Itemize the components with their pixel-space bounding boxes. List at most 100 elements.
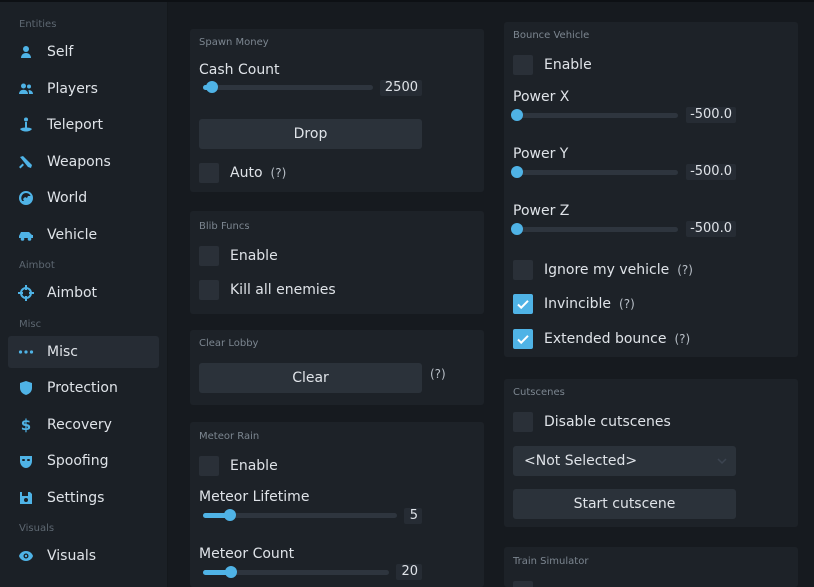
slider-knob[interactable] (224, 566, 237, 578)
ignore-vehicle-label: Ignore my vehicle (544, 262, 670, 278)
person-icon (17, 43, 35, 61)
sidebar-item-label: Protection (47, 380, 118, 396)
sidebar-item-players[interactable]: Players (8, 73, 159, 105)
invincible-checkbox[interactable] (513, 294, 533, 314)
panel-cutscenes: Cutscenes Disable cutscenes <Not Selecte… (504, 379, 798, 527)
slider-knob[interactable] (511, 166, 523, 178)
panel-bounce-vehicle: Bounce Vehicle Enable Power X -500.0 Pow… (504, 22, 798, 357)
slider-knob[interactable] (511, 109, 523, 121)
meteor-lifetime-value[interactable]: 5 (404, 508, 422, 524)
panel-title: Train Simulator (513, 556, 589, 567)
sidebar-item-protection[interactable]: Protection (8, 372, 159, 404)
ignore-vehicle-row[interactable]: Ignore my vehicle (?) (513, 260, 693, 280)
panel-train-simulator: Train Simulator (504, 547, 798, 587)
slider-knob[interactable] (205, 81, 218, 93)
help-tooltip[interactable]: (?) (674, 332, 690, 346)
extended-bounce-row[interactable]: Extended bounce (?) (513, 329, 690, 349)
train-checkbox[interactable] (513, 581, 533, 587)
blib-enable-row[interactable]: Enable (199, 246, 278, 266)
blib-enable-checkbox[interactable] (199, 246, 219, 266)
invincible-row[interactable]: Invincible (?) (513, 294, 635, 314)
sidebar-item-label: Recovery (47, 417, 112, 433)
weapon-icon (17, 153, 35, 171)
car-icon (17, 226, 35, 244)
users-icon (17, 80, 35, 98)
power-y-value[interactable]: -500.0 (686, 164, 736, 180)
bounce-enable-checkbox[interactable] (513, 55, 533, 75)
kill-all-checkbox[interactable] (199, 280, 219, 300)
sidebar-item-vehicle[interactable]: Vehicle (8, 219, 159, 251)
extended-bounce-label: Extended bounce (544, 331, 667, 347)
help-tooltip[interactable]: (?) (619, 297, 635, 311)
sidebar-item-spoofing[interactable]: Spoofing (8, 445, 159, 477)
sidebar-item-label: Weapons (47, 154, 111, 170)
power-y-slider[interactable] (511, 166, 678, 178)
sidebar-item-label: Teleport (47, 117, 103, 133)
invincible-label: Invincible (544, 296, 612, 312)
section-label-entities: Entities (19, 19, 57, 30)
cash-count-label: Cash Count (199, 62, 280, 78)
panel-blib-funcs: Blib Funcs Enable Kill all enemies (190, 211, 484, 314)
power-z-value[interactable]: -500.0 (686, 221, 736, 237)
sidebar-item-misc[interactable]: Misc (8, 336, 159, 368)
bounce-enable-label: Enable (544, 57, 592, 73)
auto-checkbox-row[interactable]: Auto (?) (199, 163, 286, 183)
sidebar-item-weapons[interactable]: Weapons (8, 146, 159, 178)
sidebar-item-aimbot[interactable]: Aimbot (8, 277, 159, 309)
sidebar-item-label: Spoofing (47, 453, 109, 469)
sidebar-item-label: Aimbot (47, 285, 98, 301)
bounce-enable-row[interactable]: Enable (513, 55, 592, 75)
check-icon (517, 300, 529, 310)
sidebar-item-teleport[interactable]: Teleport (8, 109, 159, 141)
kill-all-row[interactable]: Kill all enemies (199, 280, 336, 300)
power-z-slider[interactable] (511, 223, 678, 235)
panel-title: Spawn Money (199, 37, 269, 48)
cash-count-slider[interactable] (203, 81, 373, 93)
meteor-enable-checkbox[interactable] (199, 456, 219, 476)
kill-all-label: Kill all enemies (230, 282, 336, 298)
sidebar-item-label: Self (47, 44, 74, 60)
panel-title: Cutscenes (513, 387, 565, 398)
section-label-aimbot: Aimbot (19, 260, 55, 271)
sidebar-item-settings[interactable]: Settings (8, 482, 159, 514)
sidebar-item-label: Visuals (47, 548, 97, 564)
power-z-label: Power Z (513, 203, 570, 219)
extended-bounce-checkbox[interactable] (513, 329, 533, 349)
auto-checkbox[interactable] (199, 163, 219, 183)
slider-knob[interactable] (224, 509, 237, 521)
disable-cutscenes-checkbox[interactable] (513, 412, 533, 432)
check-icon (517, 335, 529, 345)
power-x-value[interactable]: -500.0 (686, 107, 736, 123)
sidebar-item-visuals[interactable]: Visuals (8, 540, 159, 572)
start-cutscene-button[interactable]: Start cutscene (513, 489, 736, 519)
teleport-icon (17, 116, 35, 134)
slider-knob[interactable] (511, 223, 523, 235)
power-x-label: Power X (513, 89, 570, 105)
eye-icon (17, 547, 35, 565)
help-tooltip[interactable]: (?) (271, 166, 287, 180)
panel-title: Blib Funcs (199, 221, 250, 232)
panel-clear-lobby: Clear Lobby Clear (?) (190, 330, 484, 405)
sidebar-item-label: Vehicle (47, 227, 98, 243)
panel-meteor-rain: Meteor Rain Enable Meteor Lifetime 5 Met… (190, 422, 484, 587)
disable-cutscenes-row[interactable]: Disable cutscenes (513, 412, 671, 432)
sidebar: Entities Self Players Teleport Weapons W… (0, 2, 168, 587)
meteor-count-value[interactable]: 20 (396, 564, 422, 580)
cash-count-value[interactable]: 2500 (380, 80, 422, 96)
help-tooltip[interactable]: (?) (430, 367, 446, 381)
meteor-count-slider[interactable] (203, 566, 389, 578)
dollar-icon: $ (20, 416, 32, 434)
meteor-enable-row[interactable]: Enable (199, 456, 278, 476)
sidebar-item-world[interactable]: World (8, 182, 159, 214)
crosshair-icon (17, 284, 35, 302)
sidebar-item-self[interactable]: Self (8, 36, 159, 68)
power-x-slider[interactable] (511, 109, 678, 121)
sidebar-item-recovery[interactable]: $ Recovery (8, 409, 159, 441)
ignore-vehicle-checkbox[interactable] (513, 260, 533, 280)
help-tooltip[interactable]: (?) (677, 263, 693, 277)
meteor-lifetime-slider[interactable] (203, 509, 397, 521)
clear-button[interactable]: Clear (199, 363, 422, 393)
drop-button[interactable]: Drop (199, 119, 422, 149)
section-label-visuals: Visuals (19, 523, 55, 534)
cutscene-select[interactable]: <Not Selected> (513, 446, 736, 476)
